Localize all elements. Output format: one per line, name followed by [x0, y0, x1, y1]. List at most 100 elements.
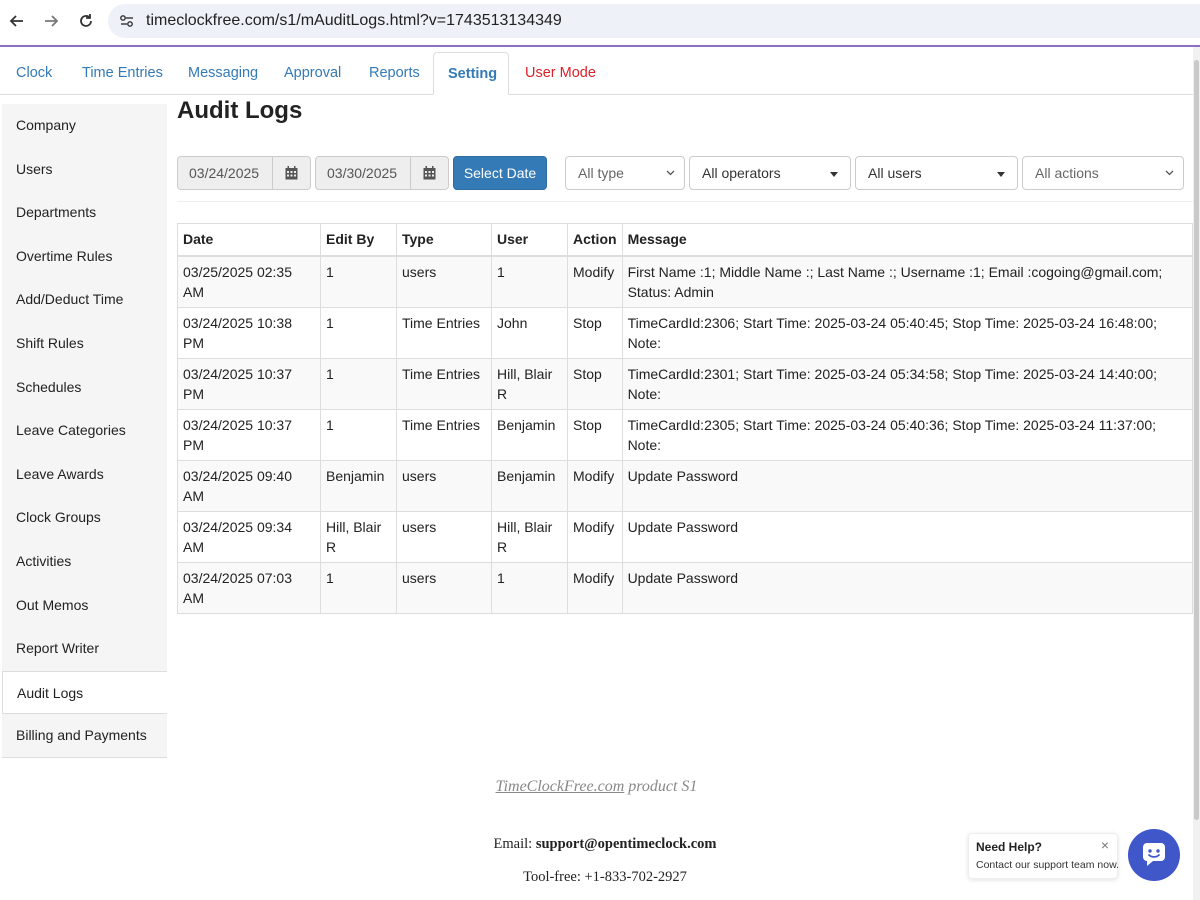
- calendar-icon[interactable]: [273, 156, 311, 190]
- select-date-button[interactable]: Select Date: [453, 156, 547, 190]
- cell-type: users: [396, 459, 492, 512]
- sidebar-item-clock-groups[interactable]: Clock Groups: [2, 496, 167, 539]
- tab-messaging[interactable]: Messaging: [174, 52, 272, 95]
- type-select[interactable]: All type: [565, 156, 685, 190]
- operators-select[interactable]: All operators: [689, 156, 851, 190]
- sidebar-item-schedules[interactable]: Schedules: [2, 366, 167, 409]
- back-icon[interactable]: [6, 10, 28, 32]
- cell-action: Modify: [567, 255, 623, 308]
- cell-user: 1: [491, 255, 568, 308]
- column-header-date[interactable]: Date: [177, 223, 321, 257]
- scrollbar-thumb[interactable]: [1194, 60, 1199, 820]
- toolbar-divider: [0, 45, 1200, 47]
- actions-select[interactable]: All actions: [1022, 156, 1184, 190]
- cell-edit-by: 1: [320, 306, 397, 359]
- cell-user: Hill, Blair R: [491, 357, 568, 410]
- cell-message: TimeCardId:2306; Start Time: 2025-03-24 …: [621, 306, 1194, 359]
- cell-date: 03/24/2025 10:38 PM: [177, 306, 321, 359]
- cell-action: Stop: [567, 408, 623, 461]
- cell-message: TimeCardId:2301; Start Time: 2025-03-24 …: [621, 357, 1194, 410]
- cell-type: Time Entries: [396, 357, 492, 410]
- cell-action: Stop: [567, 306, 623, 359]
- help-popup[interactable]: Need Help? Contact our support team now.…: [968, 833, 1119, 879]
- column-header-action[interactable]: Action: [567, 223, 623, 257]
- calendar-icon[interactable]: [411, 156, 449, 190]
- tab-time-entries[interactable]: Time Entries: [68, 52, 177, 95]
- sidebar-item-report-writer[interactable]: Report Writer: [2, 627, 167, 670]
- table-row: 03/24/2025 10:37 PM 1 Time Entries Benja…: [177, 408, 1194, 461]
- settings-sidebar: Company Users Departments Overtime Rules…: [2, 104, 167, 758]
- sidebar-item-overtime-rules[interactable]: Overtime Rules: [2, 235, 167, 278]
- end-date-input[interactable]: 03/30/2025: [315, 156, 411, 190]
- table-row: 03/24/2025 09:40 AM Benjamin users Benja…: [177, 459, 1194, 512]
- browser-toolbar: timeclockfree.com/s1/mAuditLogs.html?v=1…: [0, 0, 1200, 45]
- sidebar-item-shift-rules[interactable]: Shift Rules: [2, 322, 167, 365]
- url-text[interactable]: timeclockfree.com/s1/mAuditLogs.html?v=1…: [146, 12, 562, 30]
- start-date-input[interactable]: 03/24/2025: [177, 156, 273, 190]
- column-header-user[interactable]: User: [491, 223, 568, 257]
- cell-action: Modify: [567, 510, 623, 563]
- cell-edit-by: Hill, Blair R: [320, 510, 397, 563]
- sidebar-item-users[interactable]: Users: [2, 148, 167, 191]
- sidebar-item-audit-logs[interactable]: Audit Logs: [2, 671, 167, 714]
- cell-message: Update Password: [621, 459, 1194, 512]
- table-row: 03/25/2025 02:35 AM 1 users 1 Modify Fir…: [177, 255, 1194, 308]
- column-header-type[interactable]: Type: [396, 223, 492, 257]
- users-select[interactable]: All users: [855, 156, 1018, 190]
- cell-date: 03/24/2025 07:03 AM: [177, 561, 321, 614]
- forward-icon[interactable]: [40, 10, 62, 32]
- cell-edit-by: Benjamin: [320, 459, 397, 512]
- cell-user: Benjamin: [491, 459, 568, 512]
- sidebar-item-leave-awards[interactable]: Leave Awards: [2, 453, 167, 496]
- sidebar-item-billing-and-payments[interactable]: Billing and Payments: [2, 714, 167, 757]
- footer-product: TimeClockFree.com product S1: [0, 778, 1193, 796]
- cell-action: Stop: [567, 357, 623, 410]
- reload-icon[interactable]: [75, 10, 97, 32]
- close-icon[interactable]: ×: [1101, 837, 1109, 853]
- sidebar-item-add-deduct-time[interactable]: Add/Deduct Time: [2, 278, 167, 321]
- chat-support-button[interactable]: [1128, 829, 1180, 881]
- help-subtitle: Contact our support team now.: [976, 859, 1119, 871]
- cell-date: 03/24/2025 10:37 PM: [177, 408, 321, 461]
- cell-user: Hill, Blair R: [491, 510, 568, 563]
- cell-user: Benjamin: [491, 408, 568, 461]
- cell-message: First Name :1; Middle Name :; Last Name …: [621, 255, 1194, 308]
- sidebar-item-activities[interactable]: Activities: [2, 540, 167, 583]
- cell-type: Time Entries: [396, 306, 492, 359]
- sidebar-item-company[interactable]: Company: [2, 104, 167, 147]
- caret-down-icon: [830, 172, 838, 177]
- tab-user-mode[interactable]: User Mode: [511, 52, 610, 95]
- column-header-message[interactable]: Message: [621, 223, 1194, 257]
- sidebar-item-out-memos[interactable]: Out Memos: [2, 584, 167, 627]
- cell-date: 03/25/2025 02:35 AM: [177, 255, 321, 308]
- column-header-edit-by[interactable]: Edit By: [320, 223, 397, 257]
- cell-edit-by: 1: [320, 408, 397, 461]
- audit-log-table: Date Edit By Type User Action Message 03…: [177, 223, 1194, 614]
- tab-reports[interactable]: Reports: [355, 52, 434, 95]
- cell-edit-by: 1: [320, 357, 397, 410]
- actions-select-value: All actions: [1035, 165, 1099, 181]
- chevron-down-icon: [666, 170, 675, 176]
- cell-type: Time Entries: [396, 408, 492, 461]
- cell-type: users: [396, 255, 492, 308]
- site-settings-icon[interactable]: [118, 12, 136, 30]
- address-bar[interactable]: timeclockfree.com/s1/mAuditLogs.html?v=1…: [108, 4, 1200, 38]
- main-tabs: Clock Time Entries Messaging Approval Re…: [0, 52, 1193, 95]
- tab-clock[interactable]: Clock: [2, 52, 66, 95]
- start-date-group: 03/24/2025: [177, 156, 311, 190]
- cell-user: 1: [491, 561, 568, 614]
- help-title: Need Help?: [976, 840, 1043, 854]
- tab-approval[interactable]: Approval: [270, 52, 355, 95]
- tab-setting[interactable]: Setting: [433, 52, 509, 95]
- type-select-value: All type: [578, 165, 624, 181]
- chat-icon: [1143, 843, 1165, 866]
- cell-edit-by: 1: [320, 561, 397, 614]
- cell-type: users: [396, 510, 492, 563]
- footer-product-link[interactable]: TimeClockFree.com: [496, 778, 625, 795]
- footer-email-address[interactable]: support@opentimeclock.com: [536, 836, 717, 852]
- table-header-row: Date Edit By Type User Action Message: [177, 223, 1194, 257]
- cell-action: Modify: [567, 561, 623, 614]
- cell-message: Update Password: [621, 510, 1194, 563]
- sidebar-item-leave-categories[interactable]: Leave Categories: [2, 409, 167, 452]
- sidebar-item-departments[interactable]: Departments: [2, 191, 167, 234]
